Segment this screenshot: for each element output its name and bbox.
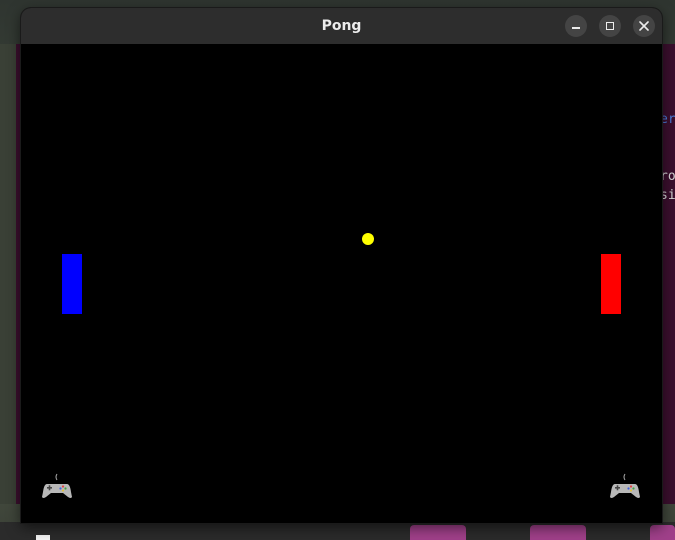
background-terminal-line: si [660,188,675,203]
background-terminal-text: er ro si [660,110,675,205]
minimize-icon [572,27,580,29]
folder-icon [650,525,675,540]
gamepad-icon [42,473,72,498]
background-terminal-line: er [660,112,675,127]
background-terminal-line: ro [660,169,675,184]
maximize-button[interactable] [599,15,621,37]
checkbox-icon [36,535,50,540]
folder-icon [530,525,586,540]
gamepad-icon [610,473,640,498]
game-canvas[interactable] [21,44,662,523]
maximize-icon [606,22,614,30]
right-paddle [601,254,621,314]
close-button[interactable] [633,15,655,37]
left-paddle [62,254,82,314]
titlebar[interactable]: Pong [21,8,662,45]
background-window-edge [0,44,21,504]
pong-window: Pong [21,8,662,523]
folder-icon [410,525,466,540]
minimize-button[interactable] [565,15,587,37]
ball [362,233,374,245]
close-icon [639,21,649,31]
